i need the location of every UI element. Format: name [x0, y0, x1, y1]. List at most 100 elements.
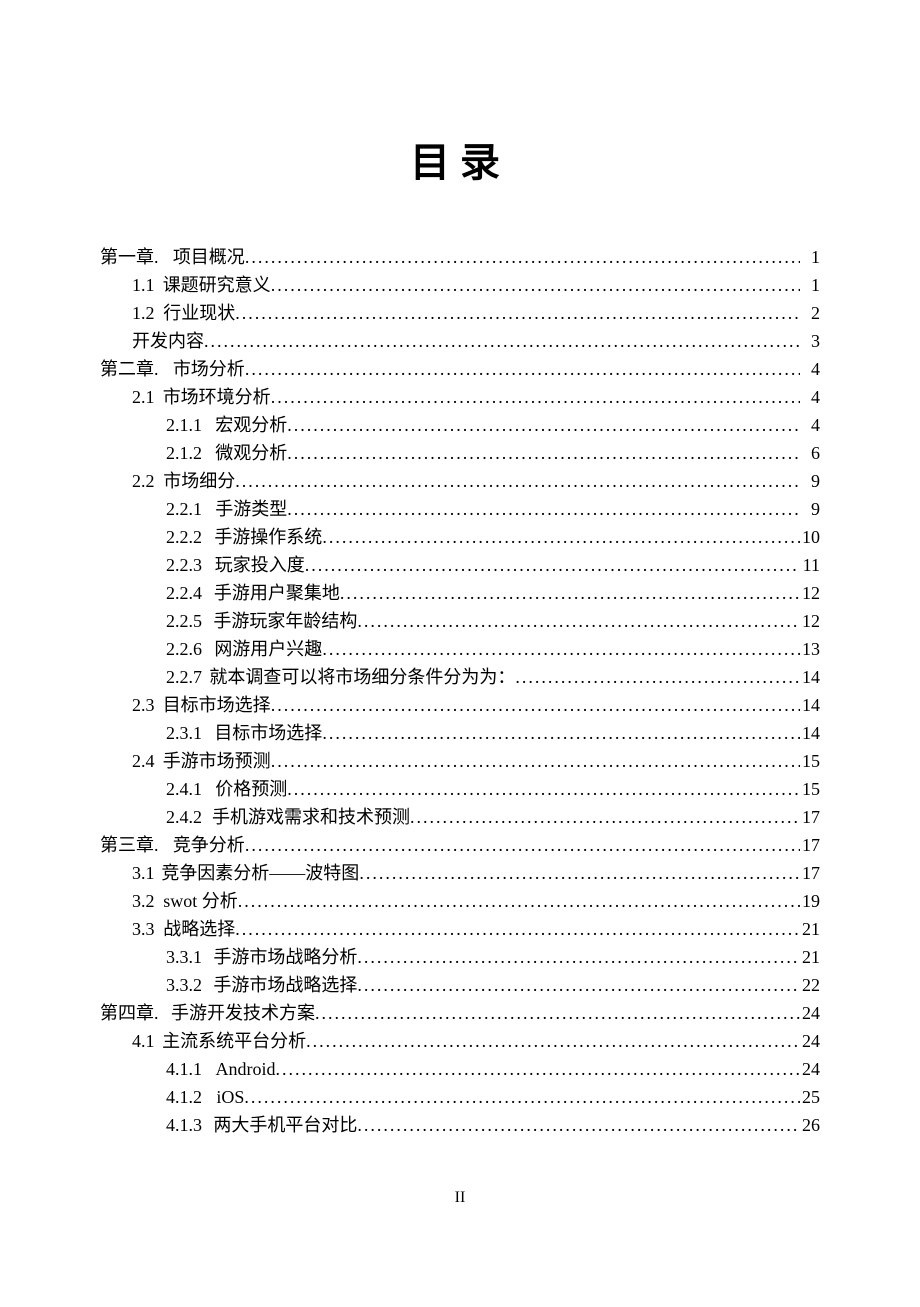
toc-entry-label: 行业现状 [163, 299, 235, 327]
toc-entry: 第四章.手游开发技术方案24 [100, 999, 820, 1027]
toc-entry-number: 2.2.4 [166, 579, 202, 607]
toc-entry-page: 6 [800, 439, 820, 467]
dot-leader [357, 943, 800, 971]
toc-entry-number: 2.1 [132, 383, 155, 411]
dot-leader [357, 607, 800, 635]
toc-entry-label: 竞争因素分析——波特图 [161, 859, 359, 887]
toc-entry: 2.1.2微观分析6 [100, 439, 820, 467]
dot-leader [245, 243, 800, 271]
document-page: 目录 第一章.项目概况11.1课题研究意义11.2行业现状2开发内容3第二章.市… [0, 0, 920, 1307]
toc-entry: 2.2.6网游用户兴趣13 [100, 635, 820, 663]
dot-leader [276, 1055, 800, 1083]
dot-leader [357, 1111, 800, 1139]
toc-entry-label: 微观分析 [215, 439, 287, 467]
toc-entry-page: 4 [800, 411, 820, 439]
toc-entry-label: 开发内容 [132, 327, 204, 355]
toc-entry-page: 15 [800, 775, 820, 803]
dot-leader [287, 411, 800, 439]
page-title: 目录 [100, 130, 820, 188]
dot-leader [287, 775, 800, 803]
toc-entry-page: 9 [800, 495, 820, 523]
toc-entry-label: 手游市场预测 [163, 747, 271, 775]
toc-entry-label: 项目概况 [173, 243, 245, 271]
toc-entry-page: 12 [800, 607, 820, 635]
toc-entry-number: 4.1.2 [166, 1083, 202, 1111]
toc-entry-number: 1.1 [132, 271, 155, 299]
toc-entry-label: 两大手机平台对比 [213, 1111, 357, 1139]
toc-entry-page: 10 [800, 523, 820, 551]
toc-entry-number: 2.2.2 [166, 523, 202, 551]
toc-entry: 4.1.1Android24 [100, 1055, 820, 1083]
toc-entry: 2.2.5手游玩家年龄结构12 [100, 607, 820, 635]
toc-entry-number: 第一章. [100, 243, 159, 271]
toc-entry-page: 11 [800, 551, 820, 579]
dot-leader [245, 355, 800, 383]
toc-entry-label: 主流系统平台分析 [162, 1027, 306, 1055]
dot-leader [515, 663, 800, 691]
toc-entry-label: 玩家投入度 [215, 551, 305, 579]
toc-entry-page: 19 [800, 887, 820, 915]
toc-entry-label: 竞争分析 [173, 831, 245, 859]
toc-entry-number: 4.1 [132, 1027, 155, 1055]
toc-entry-page: 15 [800, 747, 820, 775]
toc-entry-label: 手游操作系统 [214, 523, 322, 551]
toc-entry-page: 4 [800, 383, 820, 411]
toc-entry-page: 21 [800, 915, 820, 943]
toc-entry-label: 宏观分析 [215, 411, 287, 439]
dot-leader [359, 859, 800, 887]
toc-entry-label: 目标市场选择 [163, 691, 271, 719]
toc-entry-number: 2.2.1 [166, 495, 202, 523]
toc-entry: 4.1 主流系统平台分析 24 [100, 1027, 820, 1055]
toc-entry-label: iOS [216, 1083, 244, 1111]
toc-entry: 3.3.1手游市场战略分析21 [100, 943, 820, 971]
toc-entry-number: 4.1.3 [166, 1111, 202, 1139]
toc-entry: 2.2市场细分9 [100, 467, 820, 495]
toc-entry: 2.2.7就本调查可以将市场细分条件分为为：14 [100, 663, 820, 691]
toc-entry: 2.2.2 手游操作系统 10 [100, 523, 820, 551]
toc-entry-page: 21 [800, 943, 820, 971]
toc-entry-page: 17 [800, 803, 820, 831]
toc-entry-number: 2.2 [132, 467, 155, 495]
dot-leader [235, 467, 800, 495]
toc-entry: 2.2.1 手游类型 9 [100, 495, 820, 523]
toc-entry-page: 24 [800, 999, 820, 1027]
toc-entry: 2.1.1宏观分析4 [100, 411, 820, 439]
page-number-footer: II [0, 1189, 920, 1207]
toc-entry: 3.2swot 分析19 [100, 887, 820, 915]
toc-entry-number: 2.2.5 [166, 607, 202, 635]
toc-entry: 2.2.4手游用户聚集地12 [100, 579, 820, 607]
toc-entry-number: 2.3 [132, 691, 155, 719]
toc-entry: 2.3.1目标市场选择14 [100, 719, 820, 747]
dot-leader [235, 915, 800, 943]
toc-entry-number: 3.3 [132, 915, 155, 943]
toc-entry-number: 2.2.7 [166, 663, 202, 691]
toc-entry: 4.1.3两大手机平台对比26 [100, 1111, 820, 1139]
toc-entry-label: 网游用户兴趣 [214, 635, 322, 663]
dot-leader [245, 831, 800, 859]
toc-entry-page: 12 [800, 579, 820, 607]
toc-entry-label: Android [216, 1055, 276, 1083]
toc-entry-page: 14 [800, 691, 820, 719]
dot-leader [271, 271, 800, 299]
toc-entry-number: 2.4 [132, 747, 155, 775]
toc-entry: 1.2行业现状2 [100, 299, 820, 327]
toc-entry-label: 市场分析 [173, 355, 245, 383]
toc-entry-number: 2.2.6 [166, 635, 202, 663]
toc-entry-page: 24 [800, 1027, 820, 1055]
toc-entry: 2.4.1价格预测15 [100, 775, 820, 803]
toc-entry-page: 2 [800, 299, 820, 327]
toc-entry-number: 2.3.1 [166, 719, 202, 747]
toc-entry-number: 3.3.2 [166, 971, 202, 999]
toc-entry-label: 手机游戏需求和技术预测 [212, 803, 410, 831]
dot-leader [271, 383, 800, 411]
dot-leader [235, 299, 800, 327]
dot-leader [287, 439, 800, 467]
table-of-contents: 第一章.项目概况11.1课题研究意义11.2行业现状2开发内容3第二章.市场分析… [100, 243, 820, 1139]
toc-entry: 2.4 手游市场预测 15 [100, 747, 820, 775]
toc-entry-page: 22 [800, 971, 820, 999]
toc-entry-label: 目标市场选择 [214, 719, 322, 747]
toc-entry: 2.2.3玩家投入度11 [100, 551, 820, 579]
toc-entry: 第一章.项目概况1 [100, 243, 820, 271]
toc-entry-label: 手游类型 [215, 495, 287, 523]
toc-entry-label: 手游市场战略分析 [213, 943, 357, 971]
